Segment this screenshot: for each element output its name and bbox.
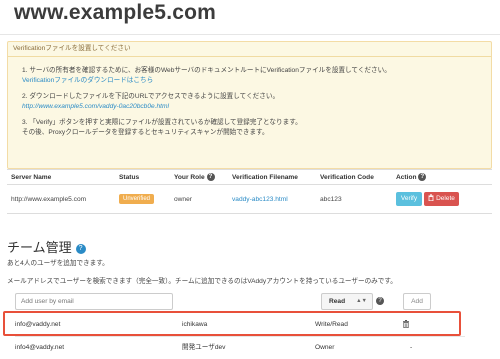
server-name: http://www.example5.com bbox=[7, 184, 115, 214]
col-server-name: Server Name bbox=[7, 169, 115, 185]
col-verification-code: Verification Code bbox=[316, 169, 392, 185]
server-table: Server Name Status Your Role ? Verificat… bbox=[7, 169, 492, 214]
verification-url-link[interactable]: http://www.example5.com/vaddy-0ac20bcb0e… bbox=[22, 102, 491, 112]
question-circle-icon[interactable]: ? bbox=[75, 243, 86, 254]
search-hint-text: メールアドレスでユーザーを検索できます（完全一致）。チームに追加できるのはVAd… bbox=[7, 278, 397, 285]
step3-line2: その後、Proxyクロールデータを登録するとセキュリティスキャンが開始できます。 bbox=[22, 128, 269, 136]
verification-notice: Verificationファイルを設置してください 1. サーバの所有者を確認す… bbox=[7, 41, 492, 169]
server-row: http://www.example5.com Unverified owner… bbox=[7, 184, 492, 214]
download-link[interactable]: Verificationファイルのダウンロードはこちら bbox=[22, 76, 491, 86]
highlight-box bbox=[3, 311, 461, 336]
status-badge: Unverified bbox=[119, 194, 155, 204]
col-your-role: Your Role ? bbox=[170, 169, 228, 185]
notice-step-3: 3. 「Verify」ボタンを押すと実際にファイルが設置されているか確認して登録… bbox=[22, 118, 491, 137]
verify-button[interactable]: Verify bbox=[396, 192, 422, 206]
member-name: 開発ユーザdev bbox=[182, 344, 226, 351]
notice-heading: Verificationファイルを設置してください bbox=[8, 42, 491, 57]
role-select[interactable]: Read ▲▼ bbox=[321, 293, 373, 310]
col-verification-filename: Verification Filename bbox=[228, 169, 316, 185]
question-circle-icon[interactable]: ? bbox=[418, 173, 427, 181]
step3-line1: 3. 「Verify」ボタンを押すと実際にファイルが設置されているか確認して登録… bbox=[22, 119, 302, 126]
member-row: info4@vaddy.net 開発ユーザdev Owner - bbox=[15, 336, 465, 359]
question-circle-icon[interactable]: ? bbox=[206, 173, 215, 181]
header-divider bbox=[0, 34, 500, 35]
team-title-text: チーム管理 bbox=[7, 240, 72, 255]
notice-step-1: 1. サーバの所有者を確認するために、お客様のWebサーバのドキュメントルートに… bbox=[22, 66, 491, 85]
step2-text: 2. ダウンロードしたファイルを下記のURLでアクセスできるように設置してくださ… bbox=[22, 93, 280, 100]
verification-filename-link[interactable]: vaddy-abc123.html bbox=[228, 184, 316, 214]
delete-label: Delete bbox=[436, 195, 455, 202]
trash-icon bbox=[428, 194, 434, 202]
server-role: owner bbox=[170, 184, 228, 214]
server-table-header: Server Name Status Your Role ? Verificat… bbox=[7, 169, 492, 185]
question-circle-icon[interactable]: ? bbox=[376, 297, 384, 305]
site-title: www.example5.com bbox=[14, 1, 217, 24]
member-role: Owner bbox=[315, 344, 335, 351]
verification-code: abc123 bbox=[316, 184, 392, 214]
add-member-button[interactable]: Add bbox=[403, 293, 431, 310]
role-selected: Read bbox=[329, 298, 346, 305]
col-action: Action ? bbox=[392, 169, 492, 185]
delete-button[interactable]: Delete bbox=[424, 192, 459, 206]
member-email: info4@vaddy.net bbox=[15, 344, 65, 351]
col-status: Status bbox=[115, 169, 170, 185]
select-arrows-icon: ▲▼ bbox=[356, 298, 367, 304]
step1-text: 1. サーバの所有者を確認するために、お客様のWebサーバのドキュメントルートに… bbox=[22, 67, 391, 74]
remaining-users-text: あと4人のユーザを追加できます。 bbox=[7, 260, 109, 267]
team-section-title: チーム管理? bbox=[7, 237, 86, 256]
member-action: - bbox=[410, 344, 413, 351]
add-user-email-input[interactable]: Add user by email bbox=[15, 293, 173, 310]
notice-step-2: 2. ダウンロードしたファイルを下記のURLでアクセスできるように設置してくださ… bbox=[22, 92, 491, 111]
